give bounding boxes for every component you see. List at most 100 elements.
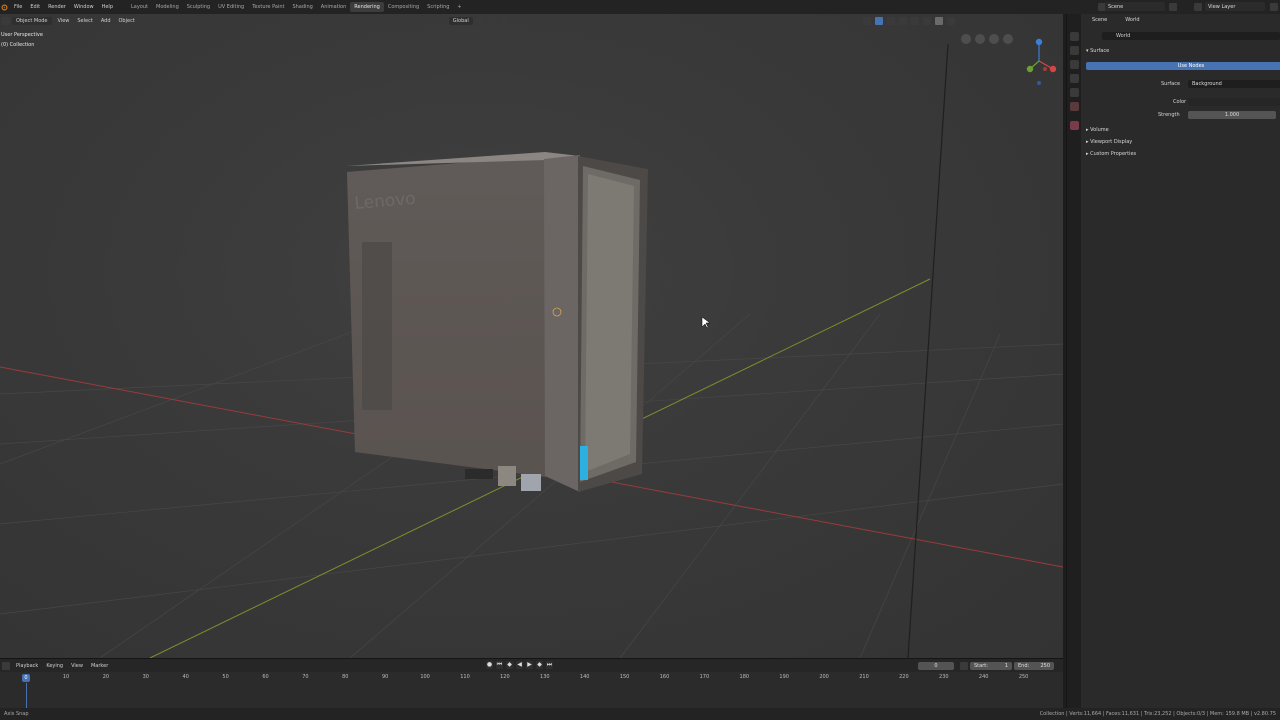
proportional-editing-icon[interactable] <box>500 16 509 25</box>
menu-help[interactable]: Help <box>98 4 117 10</box>
blender-logo-icon[interactable] <box>1 4 8 11</box>
tab-rendering[interactable]: Rendering <box>350 2 384 12</box>
viewport-header: Object Mode View Select Add Object Globa… <box>0 14 1063 27</box>
tab-modeling[interactable]: Modeling <box>152 2 183 12</box>
ruler-tick-label: 50 <box>222 674 229 680</box>
timeline-menu-playback[interactable]: Playback <box>12 663 42 669</box>
scene-tab-icon[interactable] <box>1069 88 1079 97</box>
material-shading-icon[interactable] <box>934 16 943 25</box>
surface-shader-field[interactable]: Background <box>1188 80 1280 88</box>
custom-properties-panel-title: Custom Properties <box>1090 151 1137 157</box>
texture-tab-icon[interactable] <box>1069 121 1079 130</box>
menu-render[interactable]: Render <box>44 4 70 10</box>
tab-compositing[interactable]: Compositing <box>384 2 423 12</box>
viewport-menu-object[interactable]: Object <box>115 17 139 25</box>
ruler-tick-label: 40 <box>182 674 189 680</box>
timeline-menu-keying[interactable]: Keying <box>42 663 67 669</box>
render-tab-icon[interactable] <box>1069 46 1079 55</box>
viewport-menu-select[interactable]: Select <box>73 17 96 25</box>
end-frame-field[interactable]: End: 250 <box>1014 662 1054 670</box>
xray-icon[interactable] <box>898 16 907 25</box>
x-axis-handle <box>1049 65 1057 73</box>
viewport-menu-add[interactable]: Add <box>97 17 115 25</box>
tool-tab-icon[interactable] <box>1069 32 1079 41</box>
preview-range-icon[interactable] <box>960 662 968 670</box>
surface-panel-title: Surface <box>1090 48 1110 54</box>
custom-properties-panel-header[interactable]: ▸ Custom Properties <box>1086 151 1136 157</box>
prev-keyframe-button[interactable]: ◆ <box>506 661 513 669</box>
end-label: End: <box>1018 663 1030 669</box>
frame-ruler[interactable]: 10 20 30 40 50 60 70 80 90 100 110 120 130 140 150 160 1… <box>0 672 1063 684</box>
navigation-gizmo[interactable] <box>1020 36 1060 91</box>
viewport-display-panel-header[interactable]: ▸ Viewport Display <box>1086 139 1132 145</box>
color-swatch[interactable] <box>1188 98 1280 106</box>
object-mode-dropdown[interactable]: Object Mode <box>12 16 52 25</box>
world-tab-icon[interactable] <box>1069 102 1079 111</box>
next-keyframe-button[interactable]: ◆ <box>536 661 543 669</box>
view-layer-tab-icon[interactable] <box>1069 74 1079 83</box>
view-collection-label: (0) Collection <box>1 42 35 48</box>
camera-view-icon[interactable] <box>975 34 985 44</box>
scene-statistics: Collection | Verts:11,664 | Faces:11,631… <box>1039 711 1276 717</box>
ruler-tick-label: 230 <box>939 674 949 680</box>
overlays-icon[interactable] <box>886 16 895 25</box>
tab-texture-paint[interactable]: Texture Paint <box>248 2 288 12</box>
record-button[interactable]: ● <box>486 661 493 669</box>
scene-selector[interactable]: Scene <box>1105 2 1165 11</box>
viewport-scene: Lenovo <box>0 43 1063 658</box>
output-tab-icon[interactable] <box>1069 60 1079 69</box>
new-scene-icon[interactable] <box>1169 3 1177 11</box>
gizmo-toggle-icon[interactable] <box>874 16 883 25</box>
tab-animation[interactable]: Animation <box>317 2 351 12</box>
wireframe-shading-icon[interactable] <box>910 16 919 25</box>
view-layer-icon[interactable] <box>1194 3 1202 11</box>
top-bar: File Edit Render Window Help Layout Mode… <box>0 0 1280 14</box>
view-layer-selector[interactable]: View Layer <box>1205 2 1265 11</box>
menu-window[interactable]: Window <box>70 4 98 10</box>
tab-layout[interactable]: Layout <box>127 2 152 12</box>
viewport-menu-view[interactable]: View <box>54 17 74 25</box>
tab-scripting[interactable]: Scripting <box>423 2 453 12</box>
use-nodes-button[interactable]: Use Nodes <box>1086 62 1280 70</box>
tab-shading[interactable]: Shading <box>288 2 316 12</box>
new-view-layer-icon[interactable] <box>1270 3 1278 11</box>
start-frame-field[interactable]: Start: 1 <box>970 662 1012 670</box>
volume-panel-header[interactable]: ▸ Volume <box>1086 127 1109 133</box>
surface-panel-header[interactable]: ▾ Surface <box>1086 48 1109 54</box>
timeline-menu-marker[interactable]: Marker <box>87 663 112 669</box>
visibility-icon[interactable] <box>862 16 871 25</box>
play-reverse-button[interactable]: ◀ <box>516 661 523 669</box>
status-bar: Axis Snap Collection | Verts:11,664 | Fa… <box>0 708 1280 720</box>
timeline-editor[interactable]: Playback Keying View Marker ● ⏮ ◆ ◀ ▶ ◆ … <box>0 658 1063 709</box>
pc-tower-model[interactable]: Lenovo <box>346 152 648 492</box>
add-workspace-button[interactable]: + <box>453 2 465 12</box>
current-frame-indicator[interactable]: 0 <box>22 674 30 682</box>
grid-view-icon[interactable] <box>961 34 971 44</box>
ruler-tick-label: 160 <box>659 674 670 680</box>
ruler-tick-label: 220 <box>899 674 909 680</box>
editor-type-icon[interactable] <box>2 16 10 25</box>
transform-orientation-dropdown[interactable]: Global <box>448 16 473 25</box>
3d-viewport[interactable]: Lenovo Object Mode View Select Add Objec… <box>0 14 1063 658</box>
jump-end-button[interactable]: ⏭ <box>546 661 553 669</box>
zoom-icon[interactable] <box>1003 34 1013 44</box>
rendered-shading-icon[interactable] <box>946 16 955 25</box>
play-button[interactable]: ▶ <box>526 661 533 669</box>
timeline-menu-view[interactable]: View <box>67 663 87 669</box>
tab-uv-editing[interactable]: UV Editing <box>214 2 248 12</box>
solid-shading-icon[interactable] <box>922 16 931 25</box>
ruler-tick-label: 190 <box>779 674 789 680</box>
world-selector[interactable]: World <box>1102 32 1280 40</box>
menu-edit[interactable]: Edit <box>26 4 44 10</box>
strength-field[interactable]: 1.000 <box>1188 111 1276 119</box>
menu-file[interactable]: File <box>10 4 26 10</box>
jump-start-button[interactable]: ⏮ <box>496 661 503 669</box>
pivot-point-icon[interactable] <box>476 16 485 25</box>
tab-sculpting[interactable]: Sculpting <box>183 2 214 12</box>
ruler-tick-label: 180 <box>739 674 750 680</box>
current-frame-field[interactable]: 0 <box>918 662 954 670</box>
pan-hand-icon[interactable] <box>989 34 999 44</box>
timeline-editor-type-icon[interactable] <box>2 661 10 670</box>
snap-icon[interactable] <box>488 16 497 25</box>
playback-controls: ● ⏮ ◆ ◀ ▶ ◆ ⏭ <box>486 661 553 669</box>
